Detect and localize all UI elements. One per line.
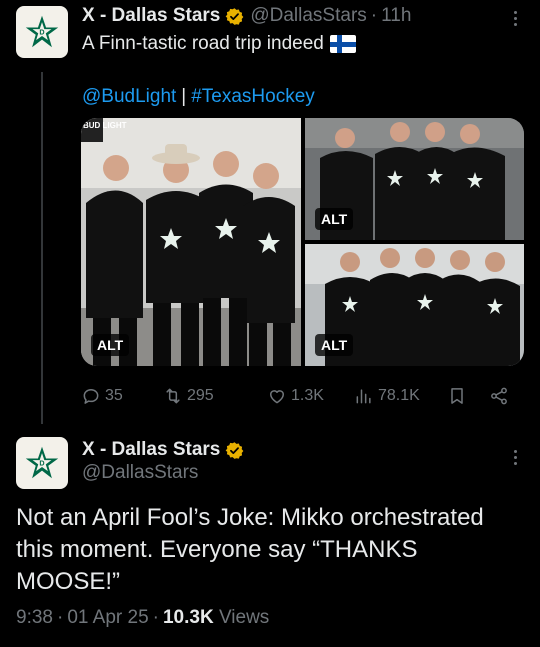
repost-button[interactable]: 295 xyxy=(163,382,214,410)
svg-text:D: D xyxy=(39,459,44,468)
views-label: Views xyxy=(218,607,270,628)
dallas-stars-logo-icon: D xyxy=(25,15,59,48)
like-button[interactable]: 1.3K xyxy=(267,382,324,410)
link-separator: | xyxy=(181,86,187,107)
views-button[interactable]: 78.1K xyxy=(354,382,420,410)
media-photo[interactable]: ALT xyxy=(305,244,524,366)
author-handle[interactable]: @DallasStars xyxy=(250,5,366,27)
repost-count: 295 xyxy=(187,387,214,404)
verified-badge-icon xyxy=(225,441,244,459)
verified-badge-icon xyxy=(225,7,244,25)
reply-count: 35 xyxy=(105,387,123,404)
svg-text:D: D xyxy=(39,28,44,37)
like-count: 1.3K xyxy=(291,387,324,404)
post-date[interactable]: 01 Apr 25 xyxy=(67,607,148,628)
dallas-stars-logo-icon: D xyxy=(25,446,59,479)
author-name[interactable]: X - Dallas Stars xyxy=(82,5,220,27)
heart-icon xyxy=(270,390,284,404)
author-name[interactable]: X - Dallas Stars xyxy=(82,439,220,461)
separator-dot: · xyxy=(370,5,378,26)
views-chart-icon xyxy=(356,389,371,404)
tweet-text: A Finn-tastic road trip indeed xyxy=(82,32,356,56)
media-grid: BUD LIGHT ALT ALT ALT xyxy=(81,118,524,366)
author-handle[interactable]: @DallasStars xyxy=(82,462,198,484)
finland-flag-icon xyxy=(329,35,356,53)
views-count: 78.1K xyxy=(378,387,420,404)
tweet-header: X - Dallas Stars @DallasStars · 11h xyxy=(82,4,411,28)
repost-icon xyxy=(166,388,180,404)
more-options-icon[interactable] xyxy=(505,6,525,30)
alt-text-badge[interactable]: ALT xyxy=(315,208,354,230)
reply-icon xyxy=(83,389,99,404)
tweet-header: X - Dallas Stars xyxy=(82,438,250,462)
bookmark-icon xyxy=(451,388,463,404)
hashtag-link[interactable]: #TexasHockey xyxy=(191,86,315,107)
tweet-text: Not an April Fool’s Joke: Mikko orchestr… xyxy=(16,504,484,595)
team-photo-image: BUD LIGHT xyxy=(81,118,301,366)
media-photo[interactable]: BUD LIGHT ALT xyxy=(81,118,301,366)
more-options-icon[interactable] xyxy=(505,445,525,469)
bookmark-button[interactable] xyxy=(447,382,471,410)
bud-light-watermark: BUD LIGHT xyxy=(83,121,127,130)
tweet-meta: 9:38 · 01 Apr 25 · 10.3K Views xyxy=(16,607,269,629)
tweet-actions: 35 295 1.3K 78.1K xyxy=(81,382,524,410)
share-button[interactable] xyxy=(489,382,513,410)
alt-text-badge[interactable]: ALT xyxy=(315,334,354,356)
mention-link[interactable]: @BudLight xyxy=(82,86,176,107)
share-icon xyxy=(491,387,507,405)
post-time[interactable]: 9:38 xyxy=(16,607,53,628)
post-time[interactable]: 11h xyxy=(381,5,411,27)
tweet-text-body: A Finn-tastic road trip indeed xyxy=(82,33,324,54)
media-photo[interactable]: ALT xyxy=(305,118,524,240)
avatar[interactable]: D xyxy=(16,437,68,489)
separator-dot: · xyxy=(56,607,64,628)
separator-dot: · xyxy=(152,607,159,628)
thread-line xyxy=(41,72,43,424)
views-count: 10.3K xyxy=(162,607,214,628)
avatar[interactable]: D xyxy=(16,6,68,58)
reply-button[interactable]: 35 xyxy=(81,382,123,410)
alt-text-badge[interactable]: ALT xyxy=(91,334,130,356)
tweet-links: @BudLight | #TexasHockey xyxy=(82,85,315,109)
